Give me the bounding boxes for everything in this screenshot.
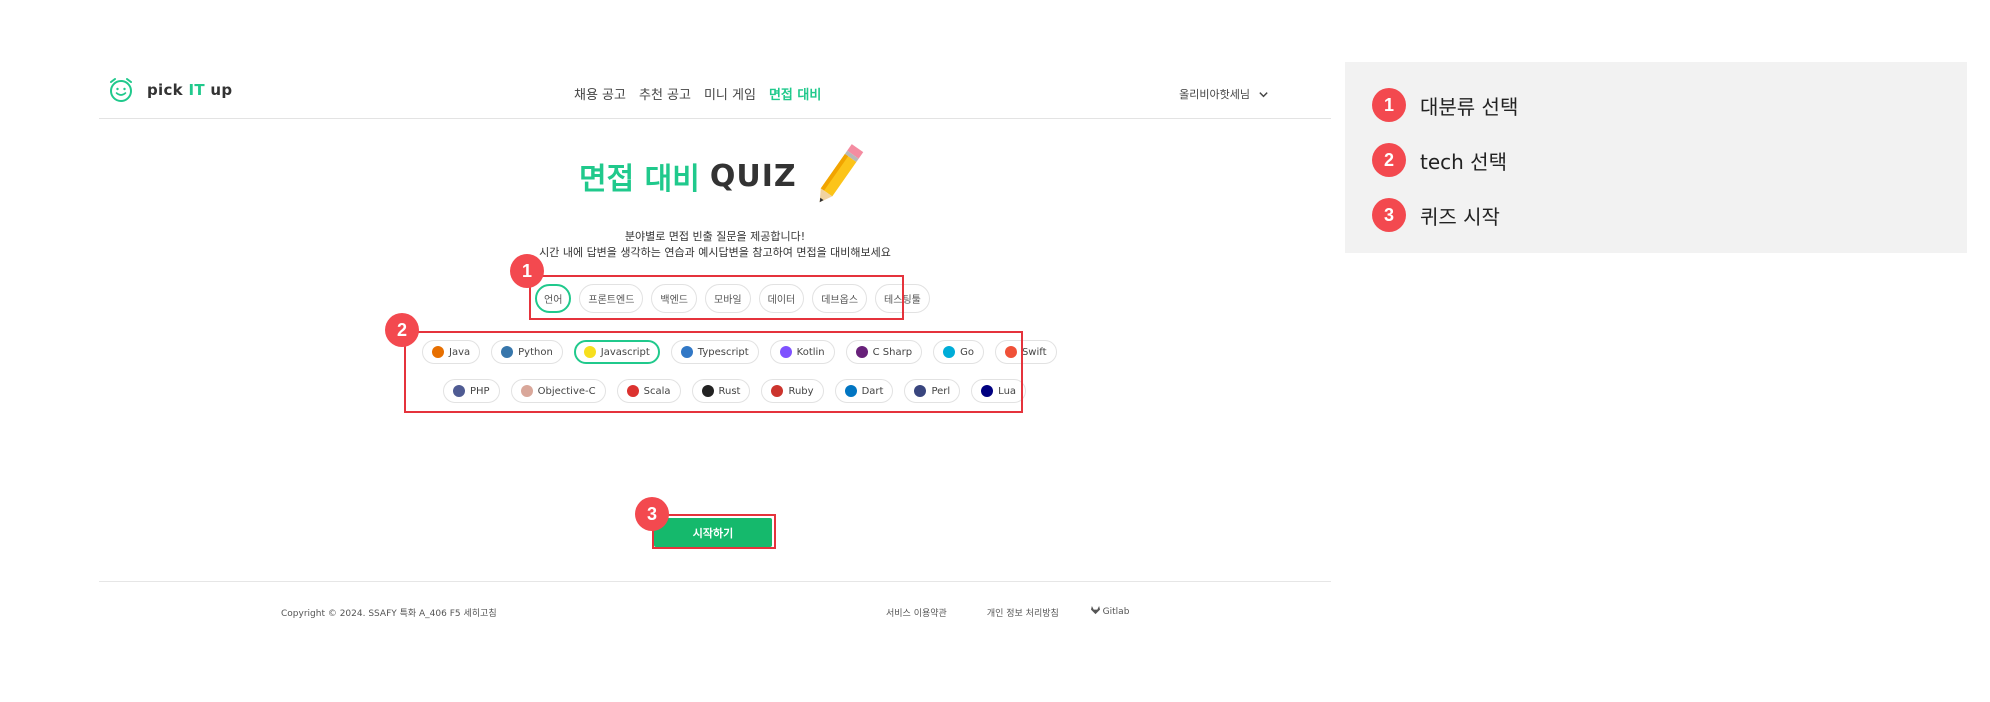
page-title: 면접 대비 QUIZ	[579, 142, 867, 210]
user-menu[interactable]: 올리비아핫세님	[1179, 86, 1269, 102]
page-title-kr: 면접 대비	[579, 162, 700, 197]
pencil-icon	[819, 144, 863, 203]
legend-label-2: tech 선택	[1420, 149, 1507, 174]
annotation-box-2	[404, 331, 1023, 413]
annotation-legend: 1 대분류 선택 2 tech 선택 3 퀴즈 시작	[1345, 62, 1967, 253]
nav-job-postings[interactable]: 채용 공고	[574, 84, 626, 103]
alarm-clock-smile-icon	[110, 78, 132, 102]
copyright-text: Copyright © 2024. SSAFY 특화 A_406 F5 세히고침	[281, 609, 497, 619]
header: pick IT up 채용 공고 추천 공고 미니 게임 면접 대비 올리비아핫…	[99, 62, 1331, 119]
logo[interactable]: pick IT up	[107, 76, 232, 104]
gitlab-icon	[1090, 606, 1100, 615]
main-nav: 채용 공고 추천 공고 미니 게임 면접 대비	[574, 84, 821, 103]
legend-badge-2: 2	[1372, 143, 1406, 177]
nav-mini-game[interactable]: 미니 게임	[704, 84, 756, 103]
annotation-badge-3: 3	[635, 497, 669, 531]
chevron-down-icon	[1259, 91, 1268, 97]
user-name: 올리비아핫세님	[1179, 88, 1250, 101]
footer-links: 서비스 이용약관 개인 정보 처리방침 Gitlab	[886, 606, 1129, 619]
legend-badge-3: 3	[1372, 198, 1406, 232]
page-title-quiz: QUIZ	[709, 158, 797, 194]
legend-badge-1: 1	[1372, 88, 1406, 122]
nav-interview-prep[interactable]: 면접 대비	[769, 84, 821, 103]
legend-item-2: 2 tech 선택	[1372, 143, 1507, 177]
legend-item-3: 3 퀴즈 시작	[1372, 198, 1500, 232]
gitlab-link[interactable]: Gitlab	[1090, 606, 1129, 619]
app-frame: pick IT up 채용 공고 추천 공고 미니 게임 면접 대비 올리비아핫…	[99, 62, 1331, 619]
logo-text: pick IT up	[147, 81, 233, 99]
annotation-box-1	[529, 275, 904, 320]
annotation-badge-1: 1	[510, 254, 544, 288]
privacy-link[interactable]: 개인 정보 처리방침	[987, 606, 1059, 619]
legend-label-1: 대분류 선택	[1420, 94, 1519, 119]
tech-chip-label: Swift	[1021, 346, 1047, 358]
legend-item-1: 1 대분류 선택	[1372, 88, 1518, 122]
annotation-box-3	[652, 514, 776, 549]
nav-recommended-postings[interactable]: 추천 공고	[639, 84, 691, 103]
footer: Copyright © 2024. SSAFY 특화 A_406 F5 세히고침…	[99, 581, 1331, 641]
legend-label-3: 퀴즈 시작	[1420, 204, 1500, 229]
annotation-badge-2: 2	[385, 313, 419, 347]
page-description: 분야별로 면접 빈출 질문을 제공합니다! 시간 내에 답변을 생각하는 연습과…	[539, 230, 891, 259]
terms-link[interactable]: 서비스 이용약관	[886, 606, 947, 619]
